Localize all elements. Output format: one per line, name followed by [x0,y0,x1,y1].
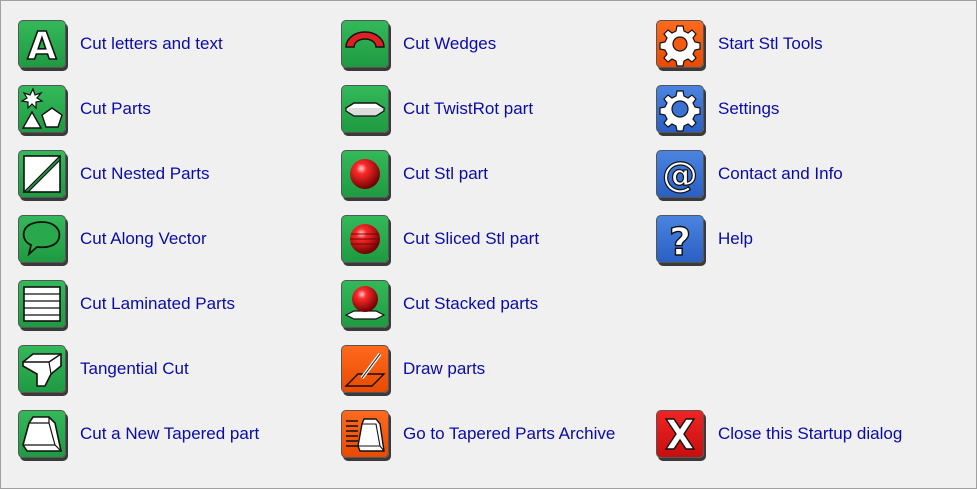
twistrot-plate-icon [341,85,389,133]
laminated-layers-icon [18,280,66,328]
help-button[interactable]: ? Help [656,214,753,264]
wedge-arc-icon [341,20,389,68]
contact-info-label: Contact and Info [718,164,843,183]
startup-dialog: A Cut letters and text Cut Parts Cut Nes… [0,0,977,489]
shapes-icon [18,85,66,133]
letter-a-icon: A [18,20,66,68]
svg-text:?: ? [669,220,691,262]
at-sign-icon: @ [656,150,704,198]
red-sphere-icon [341,150,389,198]
tangential-cut-button[interactable]: Tangential Cut [18,344,189,394]
tapered-archive-label: Go to Tapered Parts Archive [403,424,616,443]
close-startup-button[interactable]: Close this Startup dialog [656,409,902,459]
cut-parts-button[interactable]: Cut Parts [18,84,151,134]
close-startup-label: Close this Startup dialog [718,424,903,443]
cut-along-vector-button[interactable]: Cut Along Vector [18,214,207,264]
cut-nested-parts-button[interactable]: Cut Nested Parts [18,149,209,199]
stacked-sphere-icon [341,280,389,328]
cut-wedges-label: Cut Wedges [403,34,497,53]
cut-twistrot-label: Cut TwistRot part [403,99,534,118]
cut-along-vector-label: Cut Along Vector [80,229,207,248]
cut-stl-part-button[interactable]: Cut Stl part [341,149,488,199]
settings-gear-icon [656,85,704,133]
nested-parts-icon [18,150,66,198]
cut-nested-parts-label: Cut Nested Parts [80,164,210,183]
cut-sliced-stl-button[interactable]: Cut Sliced Stl part [341,214,539,264]
svg-text:A: A [27,24,57,67]
cut-stacked-parts-button[interactable]: Cut Stacked parts [341,279,538,329]
cut-stl-part-label: Cut Stl part [403,164,489,183]
cut-letters-label: Cut letters and text [80,34,223,53]
start-stl-tools-label: Start Stl Tools [718,34,823,53]
start-stl-tools-button[interactable]: Start Stl Tools [656,19,823,69]
settings-label: Settings [718,99,780,118]
cut-wedges-button[interactable]: Cut Wedges [341,19,496,69]
settings-button[interactable]: Settings [656,84,779,134]
help-label: Help [718,229,753,248]
cut-letters-button[interactable]: A Cut letters and text [18,19,223,69]
question-mark-icon: ? [656,215,704,263]
pen-draw-icon [341,345,389,393]
sliced-sphere-icon [341,215,389,263]
draw-parts-label: Draw parts [403,359,486,378]
tapered-archive-button[interactable]: Go to Tapered Parts Archive [341,409,615,459]
cut-laminated-parts-label: Cut Laminated Parts [80,294,235,313]
cut-parts-label: Cut Parts [80,99,151,118]
archive-tapered-icon [341,410,389,458]
cut-tapered-part-label: Cut a New Tapered part [80,424,260,443]
cut-laminated-parts-button[interactable]: Cut Laminated Parts [18,279,235,329]
close-x-icon [656,410,704,458]
draw-parts-button[interactable]: Draw parts [341,344,485,394]
cut-twistrot-button[interactable]: Cut TwistRot part [341,84,533,134]
cut-tapered-part-button[interactable]: Cut a New Tapered part [18,409,259,459]
tangential-cut-label: Tangential Cut [80,359,189,378]
vector-outline-icon [18,215,66,263]
tangential-block-icon [18,345,66,393]
cut-sliced-stl-label: Cut Sliced Stl part [403,229,540,248]
svg-text:@: @ [662,155,698,196]
contact-info-button[interactable]: @ Contact and Info [656,149,843,199]
tapered-block-icon [18,410,66,458]
cut-stacked-parts-label: Cut Stacked parts [403,294,539,313]
gear-icon [656,20,704,68]
